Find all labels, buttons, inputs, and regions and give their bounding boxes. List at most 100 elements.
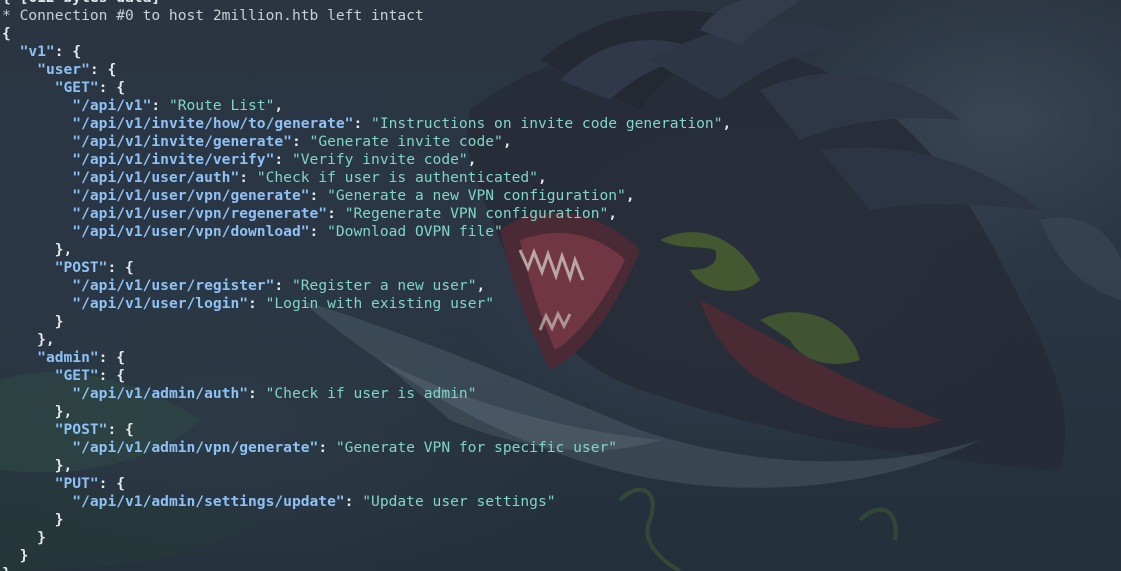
json-key: "admin": [37, 349, 99, 366]
json-punctuation: : {: [98, 475, 126, 492]
terminal-line: "/api/v1/user/vpn/regenerate": "Regenera…: [2, 205, 617, 223]
json-key: "POST": [54, 259, 108, 276]
json-string: "Register a new user": [291, 277, 477, 294]
json-punctuation: ,: [476, 277, 486, 294]
terminal-line: },: [2, 331, 55, 349]
json-punctuation: [2, 61, 37, 78]
json-punctuation: [2, 259, 55, 276]
terminal-line: {: [2, 25, 11, 43]
terminal-line: "user": {: [2, 61, 116, 79]
json-punctuation: :: [309, 187, 328, 204]
json-key: "/api/v1/user/vpn/regenerate": [72, 205, 328, 222]
json-punctuation: [2, 115, 72, 132]
terminal-line: },: [2, 241, 73, 259]
json-punctuation: :: [309, 223, 328, 240]
terminal-line: "/api/v1/invite/how/to/generate": "Instr…: [2, 115, 731, 133]
terminal-line: "/api/v1/user/vpn/download": "Download O…: [2, 223, 503, 241]
json-punctuation: [2, 169, 72, 186]
json-key: "GET": [54, 367, 99, 384]
json-punctuation: [2, 385, 72, 402]
terminal-line: }: [2, 511, 64, 529]
json-punctuation: : {: [107, 421, 134, 438]
terminal-line: "/api/v1/user/login": "Login with existi…: [2, 295, 494, 313]
json-key: "/api/v1/admin/auth": [72, 385, 249, 402]
terminal-line: "/api/v1/user/register": "Register a new…: [2, 277, 485, 295]
json-punctuation: },: [2, 331, 55, 348]
json-punctuation: ,: [625, 187, 635, 204]
json-punctuation: :: [274, 151, 292, 168]
terminal-line: "/api/v1/invite/verify": "Verify invite …: [2, 151, 476, 169]
json-key: "/api/v1/invite/verify": [72, 151, 275, 168]
json-punctuation: ,: [274, 97, 284, 114]
json-punctuation: [2, 277, 72, 294]
json-punctuation: :: [248, 295, 266, 312]
terminal-line: "/api/v1/user/auth": "Check if user is a…: [2, 169, 547, 187]
json-string: "Login with existing user": [265, 295, 495, 312]
json-punctuation: [2, 439, 72, 456]
json-punctuation: ,: [537, 169, 547, 186]
json-punctuation: },: [2, 241, 73, 258]
terminal-line: }: [2, 565, 11, 571]
terminal-line: * Connection #0 to host 2million.htb lef…: [2, 7, 424, 25]
terminal-line: { [612 bytes data]: [2, 0, 160, 7]
terminal-line: "POST": {: [2, 259, 134, 277]
json-punctuation: [2, 349, 37, 366]
json-punctuation: :: [151, 97, 169, 114]
json-string: "Generate invite code": [309, 133, 503, 150]
json-punctuation: [2, 205, 72, 222]
json-punctuation: [2, 187, 72, 204]
json-string: "Instructions on invite code generation": [371, 115, 723, 132]
json-punctuation: ,: [608, 205, 618, 222]
json-punctuation: [2, 223, 72, 240]
json-punctuation: }: [2, 529, 46, 546]
json-string: "Update user settings": [362, 493, 556, 510]
terminal-line: },: [2, 403, 73, 421]
json-punctuation: }: [2, 511, 64, 528]
json-punctuation: : {: [89, 61, 117, 78]
terminal-line: "POST": {: [2, 421, 134, 439]
json-punctuation: ,: [722, 115, 732, 132]
json-punctuation: [2, 151, 72, 168]
json-punctuation: :: [353, 115, 372, 132]
json-key: "/api/v1/invite/how/to/generate": [72, 115, 354, 132]
json-key: "/api/v1": [72, 97, 152, 114]
terminal-line: }: [2, 313, 64, 331]
json-punctuation: },: [2, 457, 73, 474]
terminal-line: "admin": {: [2, 349, 125, 367]
terminal-line: "/api/v1/admin/settings/update": "Update…: [2, 493, 556, 511]
json-punctuation: [2, 367, 55, 384]
terminal-output[interactable]: { [612 bytes data]* Connection #0 to hos…: [0, 0, 1121, 571]
terminal-line: "/api/v1/admin/auth": "Check if user is …: [2, 385, 476, 403]
json-punctuation: ,: [502, 133, 512, 150]
terminal-line: "GET": {: [2, 79, 125, 97]
terminal-line: "PUT": {: [2, 475, 125, 493]
json-key: "PUT": [54, 475, 99, 492]
json-punctuation: : {: [98, 349, 126, 366]
json-punctuation: [2, 133, 72, 150]
json-string: "Regenerate VPN configuration": [344, 205, 609, 222]
terminal-line: "v1": {: [2, 43, 82, 61]
json-string: "Download OVPN file": [327, 223, 503, 240]
terminal-line: }: [2, 529, 46, 547]
terminal-line: "/api/v1": "Route List",: [2, 97, 283, 115]
terminal-line: "GET": {: [2, 367, 125, 385]
json-punctuation: : {: [107, 259, 134, 276]
json-punctuation: [2, 493, 72, 510]
json-punctuation: * Connection #0 to host 2million.htb lef…: [2, 7, 424, 24]
json-key: "POST": [54, 421, 108, 438]
json-punctuation: : {: [98, 367, 126, 384]
json-string: "Verify invite code": [291, 151, 468, 168]
json-punctuation: {: [2, 25, 11, 42]
json-punctuation: :: [344, 493, 363, 510]
json-string: "Route List": [168, 97, 275, 114]
json-punctuation: [2, 475, 55, 492]
json-string: "Generate VPN for specific user": [335, 439, 618, 456]
json-punctuation: : {: [98, 79, 126, 96]
json-key: "/api/v1/user/register": [72, 277, 275, 294]
terminal-line: "/api/v1/invite/generate": "Generate inv…: [2, 133, 512, 151]
json-string: "Generate a new VPN configuration": [327, 187, 626, 204]
json-punctuation: :: [318, 439, 336, 456]
json-punctuation: :: [248, 385, 266, 402]
json-punctuation: :: [291, 133, 310, 150]
json-string: "Check if user is admin": [265, 385, 477, 402]
